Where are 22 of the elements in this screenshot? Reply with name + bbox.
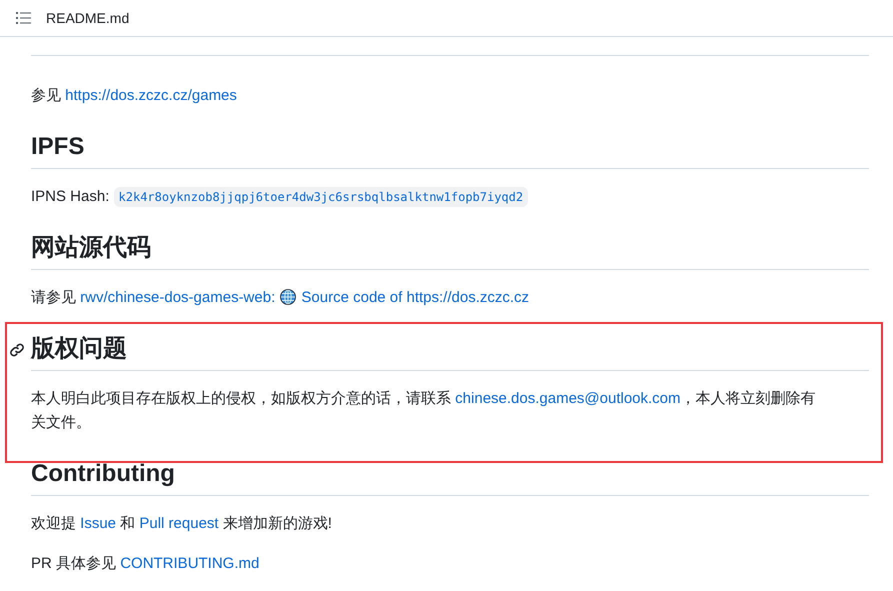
section-heading: 网站源代码 <box>31 233 151 263</box>
link[interactable]: rwv/chinese-dos-games-web: <box>80 289 276 306</box>
file-title: README.md <box>46 10 130 26</box>
menu-icon[interactable] <box>16 12 32 24</box>
section-heading: IPFS <box>31 132 84 162</box>
paragraph: 请参见 rwv/chinese-dos-games-web: Source code of https://dos.zczc.cz <box>31 288 530 308</box>
section-heading: 版权问题 <box>31 334 127 364</box>
link[interactable]: Pull request <box>139 515 219 532</box>
link[interactable]: chinese.dos.games@outlook.com <box>455 390 681 407</box>
paragraph: 参见 https://dos.zczc.cz/games <box>31 86 238 106</box>
paragraph: IPNS Hash: k2k4r8oyknzob8jjqpj6toer4dw3jc6srsbqlbsalktnw1fopb7iyqd2 <box>31 185 821 209</box>
paragraph: PR 具体参见 CONTRIBUTING.md <box>31 554 260 574</box>
link-icon[interactable] <box>9 342 25 358</box>
globe-icon <box>280 289 296 305</box>
paragraph: 本人明白此项目存在版权上的侵权，如版权方介意的话，请联系 chinese.dos.games@outlook.com，本人将立刻删除有关文件。 <box>31 389 817 433</box>
inline-code: k2k4r8oyknzob8jjqpj6toer4dw3jc6srsbqlbsalktnw1fopb7iyqd2 <box>114 187 528 207</box>
link[interactable]: CONTRIBUTING.md <box>120 555 260 572</box>
link[interactable]: https://dos.zczc.cz/games <box>65 87 237 104</box>
link[interactable]: Issue <box>80 515 116 532</box>
paragraph: 欢迎提 Issue 和 Pull request 来增加新的游戏! <box>31 514 333 534</box>
link[interactable]: Source code of https://dos.zczc.cz <box>301 289 530 306</box>
section-heading: Contributing <box>31 459 175 489</box>
